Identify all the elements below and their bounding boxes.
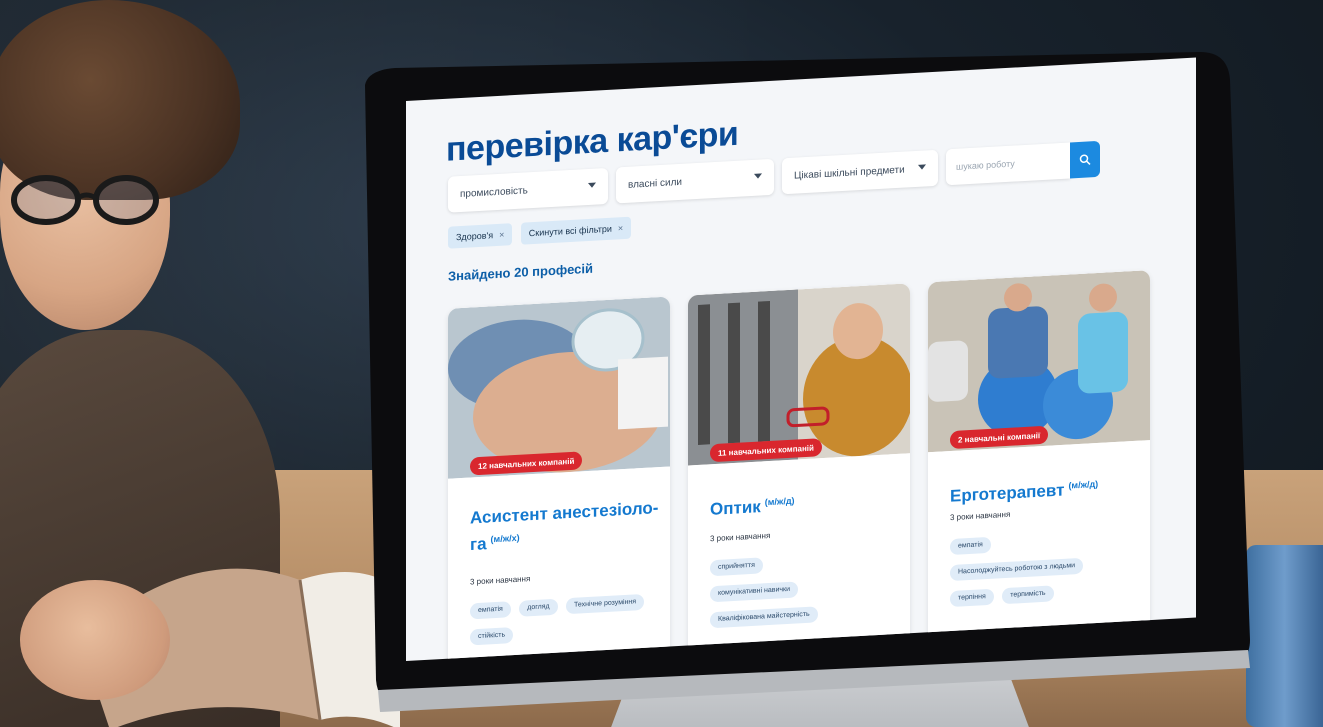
skill-tag: Кваліфікована майстерність xyxy=(710,606,818,629)
chip-label: Скинути всі фільтри xyxy=(528,223,612,239)
chip-label: Здоров'я xyxy=(456,230,494,243)
strengths-select[interactable]: власні сили xyxy=(616,158,774,204)
active-filters: Здоров'я × Скинути всі фільтри × xyxy=(448,216,635,249)
profession-card[interactable]: 11 навчальних компаній Оптик (м/ж/д) 3 ро… xyxy=(688,283,910,662)
profession-title-text: Асистент анестезіоло­га xyxy=(470,498,659,555)
strengths-select-label: власні сили xyxy=(628,176,683,191)
skill-tag: догляд xyxy=(519,598,558,617)
profession-title-text: Оптик xyxy=(710,497,761,519)
search-icon xyxy=(1079,154,1091,165)
chevron-down-icon xyxy=(918,164,926,170)
subjects-select-label: Цікаві шкільні предмети xyxy=(794,164,905,182)
profession-title[interactable]: Ерготерапевт (м/ж/д) xyxy=(950,471,1140,508)
web-page: перевірка кар'єри промисловість власні с… xyxy=(406,58,1196,662)
industry-select-label: промисловість xyxy=(460,184,528,200)
card-photo-optician xyxy=(688,283,910,466)
skill-tag: Технічне розуміння xyxy=(566,593,645,615)
card-photo-ergotherapy xyxy=(928,270,1150,453)
filter-chip-health[interactable]: Здоров'я × xyxy=(448,223,513,249)
skill-tags: емпатія догляд Технічне розуміння стійкі… xyxy=(470,589,660,651)
profession-title[interactable]: Асистент анестезіоло­га (м/ж/х) xyxy=(470,497,660,556)
reset-filters-chip[interactable]: Скинути всі фільтри × xyxy=(520,216,632,245)
photo-scene: перевірка кар'єри промисловість власні с… xyxy=(0,0,1323,727)
training-duration: 3 роки навчання xyxy=(470,574,531,587)
chevron-down-icon xyxy=(588,182,596,188)
skill-tag: сприйняття xyxy=(710,557,763,577)
close-icon[interactable]: × xyxy=(618,223,623,233)
search-button[interactable] xyxy=(1070,140,1100,179)
gender-label: (м/ж/д) xyxy=(1068,478,1099,491)
chevron-down-icon xyxy=(754,173,762,179)
skill-tag: Насолоджуйтесь роботою з людьми xyxy=(950,557,1084,582)
skill-tag: стійкість xyxy=(470,627,514,646)
page-title: перевірка кар'єри xyxy=(446,114,739,169)
profession-title-text: Ерготерапевт xyxy=(950,480,1065,506)
gender-label: (м/ж/д) xyxy=(764,495,795,508)
screen: перевірка кар'єри промисловість власні с… xyxy=(406,57,1196,662)
skill-tag: комунікативні навички xyxy=(710,581,799,603)
skill-tags: сприйняття комунікативні навички Кваліфі… xyxy=(710,546,900,634)
search-input[interactable]: шукаю роботу xyxy=(946,142,1070,186)
subjects-select[interactable]: Цікаві шкільні предмети xyxy=(782,149,938,195)
skill-tag: емпатія xyxy=(470,601,511,620)
profession-card[interactable]: 2 навчальні компанії Ерготерапевт (м/ж/д)… xyxy=(928,270,1150,662)
skill-tags: емпатія Насолоджуйтесь роботою з людьми … xyxy=(950,525,1140,613)
skill-tag: емпатія xyxy=(950,536,991,556)
close-icon[interactable]: × xyxy=(499,230,504,240)
skill-tag: терпіння xyxy=(950,588,994,608)
industry-select[interactable]: промисловість xyxy=(448,167,608,213)
training-duration: 3 роки навчання xyxy=(710,530,771,544)
profession-card[interactable]: 12 навчальних компаній Асистент анестезі… xyxy=(448,296,670,662)
skill-tag: терпимість xyxy=(1002,585,1054,605)
gender-label: (м/ж/х) xyxy=(490,532,520,545)
profession-title[interactable]: Оптик (м/ж/д) xyxy=(710,484,900,521)
training-duration: 3 роки навчання xyxy=(950,509,1011,523)
results-count: Знайдено 20 професій xyxy=(448,260,594,284)
card-photo-anesthesia xyxy=(448,296,670,479)
